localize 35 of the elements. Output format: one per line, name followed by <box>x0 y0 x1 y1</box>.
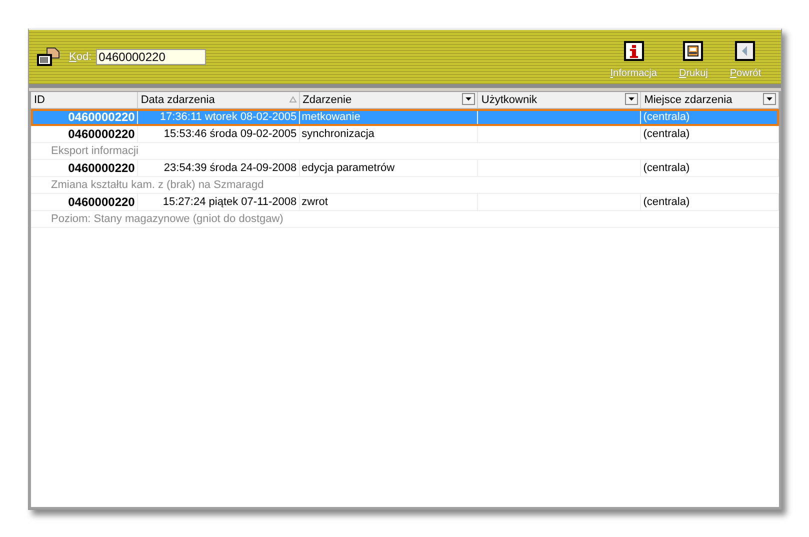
filter-dropdown-icon[interactable] <box>625 92 638 104</box>
event-description: Poziom: Stany magazynowe (gniot do dostgaw) <box>50 212 284 227</box>
table-cell: 15:53:46 środa 09-02-2005 <box>138 126 300 142</box>
event-description: Eksport informacji <box>50 144 138 159</box>
table-cell: edycja parametrów <box>300 160 478 176</box>
table-cell: 0460000220 <box>31 160 138 176</box>
table-row[interactable]: 0460000220 15:27:24 piątek 07-11-2008 zwrot (centrala) <box>31 194 779 211</box>
table-cell: metkowanie <box>300 109 478 125</box>
code-input[interactable]: 0460000220 <box>96 49 206 65</box>
column-header[interactable]: Data zdarzenia <box>138 92 300 108</box>
filter-dropdown-icon[interactable] <box>462 92 476 104</box>
table-cell: 0460000220 <box>31 109 138 125</box>
column-header[interactable]: Miejsce zdarzenia <box>641 92 779 108</box>
table-row[interactable]: 0460000220 23:54:39 środa 24-09-2008 edycja parametrów (centrala) <box>31 160 779 177</box>
table-cell: 17:36:11 wtorek 08-02-2005 <box>138 109 300 125</box>
table-row[interactable]: 0460000220 15:53:46 środa 09-02-2005 synchronizacja (centrala) <box>31 126 779 143</box>
table-cell: synchronizacja <box>300 126 478 142</box>
printer-icon <box>683 41 704 61</box>
event-description: Zmiana kształtu kam. z (brak) na Szmaragd <box>50 178 264 193</box>
table-cell: (centrala) <box>641 160 779 176</box>
table-cell: 23:54:39 środa 24-09-2008 <box>138 160 300 176</box>
table-cell: (centrala) <box>641 126 779 142</box>
column-header[interactable]: ID <box>31 92 138 108</box>
column-header[interactable]: Użytkownik <box>478 92 642 108</box>
table-cell: (centrala) <box>641 109 779 125</box>
sort-arrow-icon <box>288 96 297 103</box>
table-cell: 0460000220 <box>31 126 138 142</box>
table-cell: zwrot <box>300 194 478 210</box>
column-header[interactable]: Zdarzenie <box>300 92 478 108</box>
filter-dropdown-icon[interactable] <box>763 92 776 104</box>
info-icon <box>624 41 644 61</box>
table-cell: 0460000220 <box>31 194 138 210</box>
table-cell: 15:27:24 piątek 07-11-2008 <box>138 194 300 210</box>
table-cell: (centrala) <box>641 194 779 210</box>
code-label: Kod: <box>69 51 92 63</box>
